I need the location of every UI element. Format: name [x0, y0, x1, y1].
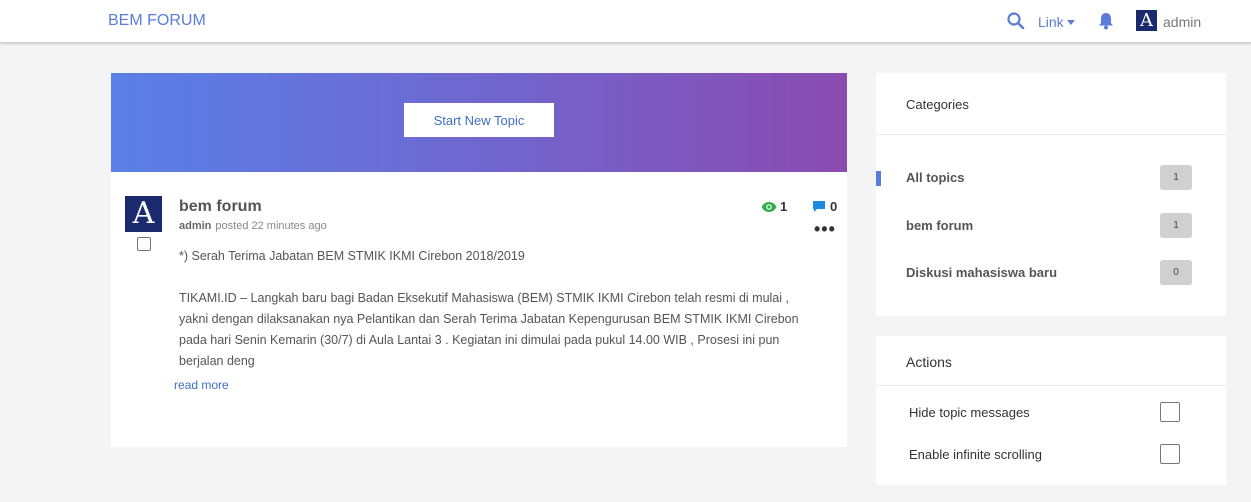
category-count-badge: 1 [1160, 213, 1192, 238]
action-hide-topic-messages: Hide topic messages [876, 402, 1226, 424]
caret-down-icon [1066, 20, 1075, 25]
topic-excerpt: *) Serah Terima Jabatan BEM STMIK IKMI C… [179, 246, 809, 393]
category-count-badge: 0 [1160, 260, 1192, 285]
link-dropdown-label: Link [1038, 14, 1064, 30]
views-count: 1 [761, 199, 787, 214]
action-enable-infinite-scrolling: Enable infinite scrolling [876, 444, 1226, 466]
categories-heading: Categories [906, 97, 969, 112]
topics-panel: Start New Topic A bem forum admin posted … [111, 73, 847, 447]
action-label: Enable infinite scrolling [909, 447, 1042, 462]
category-all-topics[interactable]: All topics 1 [876, 163, 1226, 193]
topic-title[interactable]: bem forum [179, 198, 262, 216]
read-more-link[interactable]: read more [174, 378, 229, 392]
eye-icon [761, 202, 777, 212]
user-avatar[interactable]: A [1136, 10, 1157, 31]
views-count-value: 1 [780, 199, 788, 214]
comments-count-value: 0 [830, 199, 838, 214]
topic-banner: Start New Topic [111, 73, 847, 172]
topic-excerpt-body: TIKAMI.ID – Langkah baru bagi Badan Ekse… [179, 291, 799, 368]
topic-meta: admin posted 22 minutes ago [179, 220, 327, 232]
search-icon[interactable] [1007, 12, 1025, 30]
username-link[interactable]: admin [1163, 14, 1201, 30]
actions-heading: Actions [906, 354, 952, 370]
topic-author[interactable]: admin [179, 220, 211, 232]
category-label: All topics [906, 170, 965, 185]
comments-count: 0 [812, 199, 837, 214]
active-indicator [876, 171, 881, 186]
actions-panel: Actions Hide topic messages Enable infin… [876, 336, 1226, 485]
link-dropdown[interactable]: Link [1038, 14, 1075, 30]
top-navbar: BEM FORUM Link A admin [0, 0, 1251, 43]
divider [876, 385, 1226, 386]
enable-infinite-scrolling-checkbox[interactable] [1160, 444, 1180, 464]
category-count-badge: 1 [1160, 165, 1192, 190]
category-label: Diskusi mahasiswa baru [906, 265, 1058, 280]
start-new-topic-button[interactable]: Start New Topic [404, 103, 554, 137]
hide-topic-messages-checkbox[interactable] [1160, 402, 1180, 422]
categories-panel: Categories All topics 1 bem forum 1 Disk… [876, 73, 1226, 316]
topic-author-avatar[interactable]: A [125, 196, 162, 232]
bell-icon[interactable] [1098, 12, 1114, 30]
category-label: bem forum [906, 218, 974, 233]
topic-excerpt-line: *) Serah Terima Jabatan BEM STMIK IKMI C… [179, 249, 525, 263]
more-dots-icon[interactable]: ••• [814, 219, 836, 240]
comment-icon [813, 201, 825, 212]
brand-link[interactable]: BEM FORUM [108, 12, 206, 30]
action-label: Hide topic messages [909, 405, 1030, 420]
category-bem-forum[interactable]: bem forum 1 [876, 211, 1226, 241]
topic-posted-time: posted 22 minutes ago [215, 220, 327, 232]
topic-select-checkbox[interactable] [137, 237, 151, 251]
divider [876, 134, 1226, 135]
category-diskusi-mahasiswa-baru[interactable]: Diskusi mahasiswa baru 0 [876, 258, 1226, 288]
